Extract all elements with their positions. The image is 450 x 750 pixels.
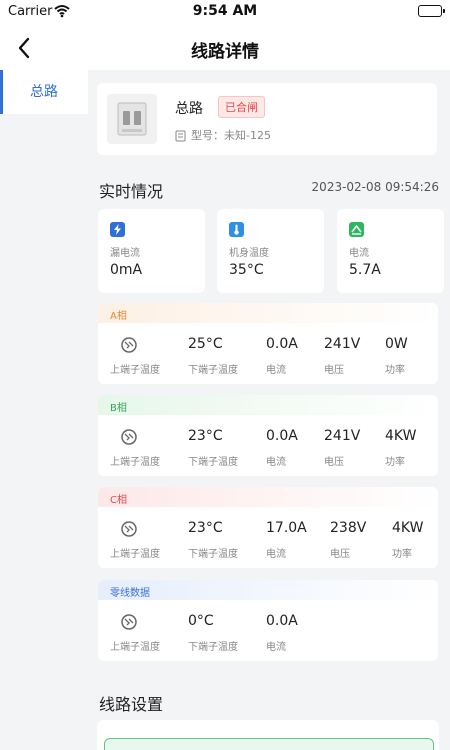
phase-title: C相 (110, 495, 127, 506)
power-label: 功率 (392, 549, 412, 560)
upper-terminal-temp-label: 上端子温度 (110, 642, 160, 653)
breaker-image (107, 94, 157, 144)
phase-header: 零线数据 (98, 580, 438, 600)
upper-terminal-temp-label: 上端子温度 (110, 457, 160, 468)
current-label: 电流 (266, 457, 286, 468)
power-value: 4KW (392, 520, 424, 536)
metric-value: 5.7A (349, 262, 381, 278)
realtime-section-title: 实时情况 (99, 182, 164, 201)
voltage-value: 241V (324, 336, 361, 352)
current-value: 17.0A (266, 520, 307, 536)
lower-terminal-temp-value: 25°C (188, 336, 223, 352)
phase-title: A相 (110, 311, 127, 322)
current-label: 电流 (266, 365, 286, 376)
phase-title: 零线数据 (110, 588, 150, 599)
current-value: 0.0A (266, 613, 298, 629)
line-settings-title: 线路设置 (99, 695, 164, 714)
active-indicator (0, 70, 3, 114)
upper-terminal-temp-label: 上端子温度 (110, 549, 160, 560)
phase-b-card: B相 23°C 0.0A 241V 4KW 上端子温度 下端子温度 电流 电压 … (98, 395, 438, 476)
power-value: 0W (385, 336, 408, 352)
lower-terminal-temp-label: 下端子温度 (188, 457, 238, 468)
navigation-bar: 线路详情 (0, 26, 450, 70)
sidebar-item-main-circuit[interactable]: 总路 (0, 70, 88, 114)
temperature-sensor-icon (120, 336, 138, 354)
lower-terminal-temp-value: 0°C (188, 613, 214, 629)
neutral-line-card: 零线数据 0°C 0.0A 上端子温度 下端子温度 电流 (98, 580, 438, 661)
device-name: 总路 (175, 101, 203, 117)
current-icon (349, 222, 364, 237)
current-card: 电流 5.7A (337, 209, 444, 293)
power-label: 功率 (385, 365, 405, 376)
clock: 9:54 AM (192, 3, 258, 19)
temperature-sensor-icon (120, 428, 138, 446)
model-text: 型号：未知-125 (191, 129, 271, 142)
temperature-sensor-icon (120, 520, 138, 538)
voltage-label: 电压 (324, 457, 344, 468)
metric-label: 机身温度 (229, 248, 269, 259)
lower-terminal-temp-value: 23°C (188, 428, 223, 444)
metric-value: 0mA (110, 262, 143, 278)
current-label: 电流 (266, 549, 286, 560)
lower-terminal-temp-value: 23°C (188, 520, 223, 536)
device-card: 总路 已合闸 型号：未知-125 (97, 83, 437, 155)
lower-terminal-temp-label: 下端子温度 (188, 549, 238, 560)
upper-terminal-temp-label: 上端子温度 (110, 365, 160, 376)
status-bar: Carrier 9:54 AM (0, 0, 450, 26)
bottom-action-button[interactable] (104, 738, 434, 750)
phase-title: B相 (110, 403, 127, 414)
update-timestamp: 2023-02-08 09:54:26 (311, 180, 439, 194)
voltage-value: 238V (330, 520, 367, 536)
phase-header: B相 (98, 395, 438, 415)
metric-label: 电流 (349, 248, 369, 259)
model-icon (175, 127, 186, 146)
thermometer-icon (229, 222, 244, 237)
current-label: 电流 (266, 642, 286, 653)
voltage-value: 241V (324, 428, 361, 444)
temperature-sensor-icon (120, 613, 138, 631)
current-value: 0.0A (266, 336, 298, 352)
lightning-icon (110, 222, 125, 237)
power-label: 功率 (385, 457, 405, 468)
leakage-current-card: 漏电流 0mA (98, 209, 205, 293)
lower-terminal-temp-label: 下端子温度 (188, 642, 238, 653)
body-temperature-card: 机身温度 35°C (217, 209, 324, 293)
sidebar: 总路 (0, 70, 88, 750)
voltage-label: 电压 (330, 549, 350, 560)
phase-a-card: A相 25°C 0.0A 241V 0W 上端子温度 下端子温度 电流 电压 功… (98, 303, 438, 384)
voltage-label: 电压 (324, 365, 344, 376)
metric-value: 35°C (229, 262, 264, 278)
lower-terminal-temp-label: 下端子温度 (188, 365, 238, 376)
phase-header: A相 (98, 303, 438, 323)
page-title: 线路详情 (191, 42, 259, 62)
phase-header: C相 (98, 487, 438, 507)
battery-icon (418, 5, 445, 17)
sidebar-item-label: 总路 (30, 84, 58, 100)
power-value: 4KW (385, 428, 417, 444)
phase-c-card: C相 23°C 17.0A 238V 4KW 上端子温度 下端子温度 电流 电压… (98, 487, 438, 568)
metric-label: 漏电流 (110, 248, 140, 259)
main-content: 总路 已合闸 型号：未知-125 实时情况 2023-02-08 09:54:2… (88, 70, 450, 750)
current-value: 0.0A (266, 428, 298, 444)
status-badge: 已合闸 (218, 96, 265, 118)
